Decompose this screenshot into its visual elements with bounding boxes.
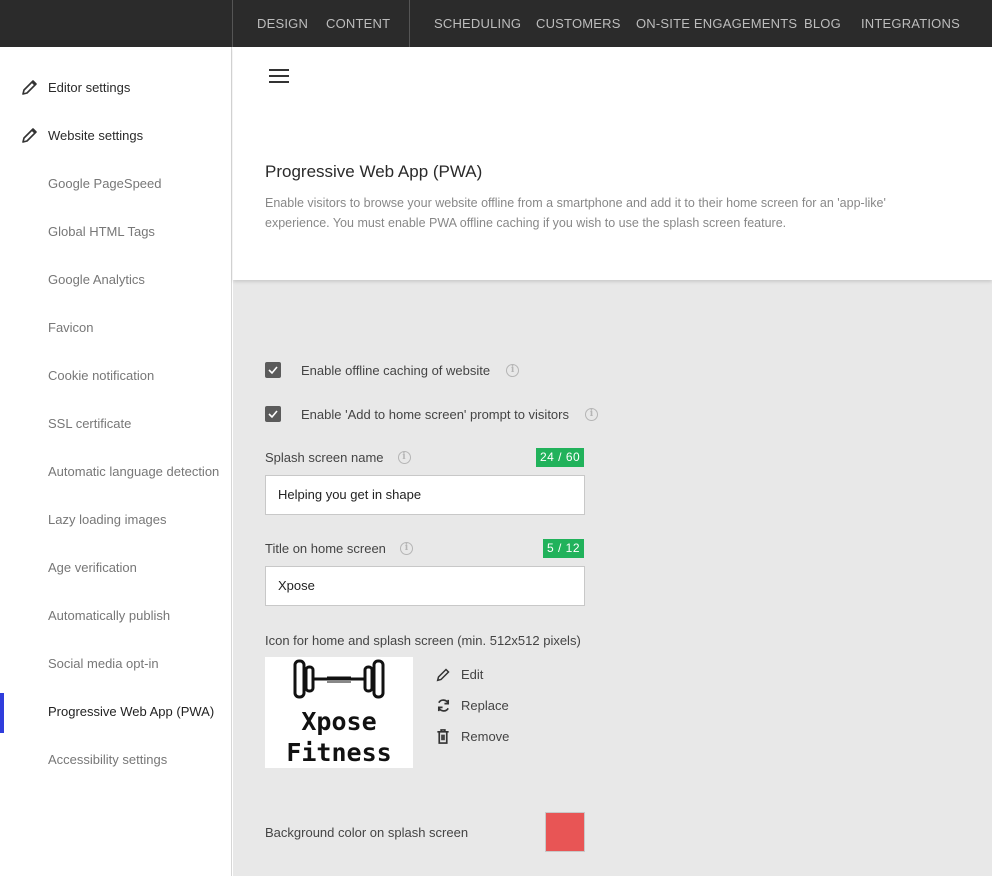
refresh-icon — [435, 697, 451, 713]
home-title-label-text: Title on home screen — [265, 541, 386, 556]
info-icon[interactable]: i — [506, 363, 520, 377]
remove-label: Remove — [461, 728, 510, 744]
sidebar-item-automatic-language-detection[interactable]: Automatic language detection — [0, 447, 231, 495]
bg-color-swatch[interactable] — [545, 812, 585, 852]
sidebar-item-label: SSL certificate — [48, 415, 132, 431]
nav-customers[interactable]: CUSTOMERS — [536, 0, 621, 47]
hamburger-menu-icon[interactable] — [269, 69, 289, 83]
sidebar-item-pwa[interactable]: Progressive Web App (PWA) — [0, 687, 231, 735]
pencil-icon — [0, 78, 48, 96]
splash-name-label-text: Splash screen name — [265, 450, 384, 465]
replace-icon-button[interactable]: Replace — [435, 697, 509, 713]
sidebar-item-label: Favicon — [48, 319, 94, 335]
sidebar-item-google-analytics[interactable]: Google Analytics — [0, 255, 231, 303]
sidebar-item-social-media-opt-in[interactable]: Social media opt-in — [0, 639, 231, 687]
pencil-icon — [435, 666, 451, 682]
add-to-home-label: Enable 'Add to home screen' prompt to vi… — [301, 406, 569, 422]
nav-scheduling[interactable]: SCHEDULING — [434, 0, 521, 47]
bg-color-label: Background color on splash screen — [265, 825, 469, 840]
logo-text-line2: Fitness — [286, 738, 391, 767]
sidebar-item-automatically-publish[interactable]: Automatically publish — [0, 591, 231, 639]
sidebar-item-label: Age verification — [48, 559, 137, 575]
top-navigation-bar: DESIGN CONTENT SCHEDULING CUSTOMERS ON-S… — [0, 0, 992, 47]
sidebar-item-google-pagespeed[interactable]: Google PageSpeed — [0, 159, 231, 207]
info-icon[interactable]: i — [397, 451, 411, 464]
home-title-label: Title on home screen i — [265, 541, 413, 556]
trash-icon — [435, 728, 451, 744]
home-title-input[interactable]: Xpose — [265, 566, 585, 606]
sidebar-item-editor-settings[interactable]: Editor settings — [0, 63, 231, 111]
nav-separator — [409, 0, 410, 47]
nav-separator — [232, 0, 233, 47]
sidebar-item-label: Social media opt-in — [48, 655, 159, 671]
logo-text-line1: Xpose — [301, 707, 376, 736]
settings-panel: Enable offline caching of website i Enab… — [233, 280, 992, 876]
sidebar-item-label: Global HTML Tags — [48, 223, 155, 239]
sidebar-item-label: Google Analytics — [48, 271, 145, 287]
settings-sidebar: Editor settings Website settings Google … — [0, 47, 232, 876]
app-icon-preview[interactable]: Xpose Fitness — [265, 657, 413, 768]
replace-label: Replace — [461, 697, 509, 713]
sidebar-item-label: Progressive Web App (PWA) — [48, 703, 215, 719]
sidebar-item-label: Automatic language detection — [48, 463, 220, 479]
sidebar-item-label: Lazy loading images — [48, 511, 167, 527]
nav-blog[interactable]: BLOG — [804, 0, 841, 47]
offline-caching-checkbox[interactable] — [265, 362, 281, 378]
sidebar-item-label: Google PageSpeed — [48, 175, 162, 191]
nav-integrations[interactable]: INTEGRATIONS — [861, 0, 960, 47]
sidebar-item-label: Editor settings — [48, 79, 131, 95]
active-indicator — [0, 693, 4, 733]
dumbbell-logo-icon: Xpose Fitness — [286, 659, 392, 767]
remove-icon-button[interactable]: Remove — [435, 728, 509, 744]
sidebar-item-global-html-tags[interactable]: Global HTML Tags — [0, 207, 231, 255]
edit-icon-button[interactable]: Edit — [435, 666, 483, 682]
info-icon[interactable]: i — [399, 542, 413, 555]
sidebar-item-favicon[interactable]: Favicon — [0, 303, 231, 351]
sidebar-item-label: Website settings — [48, 127, 144, 143]
home-title-counter: 5 / 12 — [543, 539, 585, 558]
page-title: Progressive Web App (PWA) — [265, 162, 483, 181]
sidebar-item-cookie-notification[interactable]: Cookie notification — [0, 351, 231, 399]
edit-label: Edit — [461, 666, 484, 682]
icon-label: Icon for home and splash screen (min. 51… — [265, 633, 581, 648]
page-header-card: Progressive Web App (PWA) Enable visitor… — [233, 47, 992, 280]
splash-name-counter: 24 / 60 — [536, 448, 585, 467]
offline-caching-row: Enable offline caching of website i — [265, 362, 520, 378]
pencil-icon — [0, 126, 48, 144]
page-description: Enable visitors to browse your website o… — [265, 196, 886, 230]
sidebar-item-website-settings[interactable]: Website settings — [0, 111, 231, 159]
nav-on-site-engagements[interactable]: ON-SITE ENGAGEMENTS — [636, 0, 797, 47]
sidebar-item-label: Automatically publish — [48, 607, 171, 623]
nav-design[interactable]: DESIGN — [257, 0, 308, 47]
offline-caching-label: Enable offline caching of website — [301, 362, 491, 378]
splash-name-label: Splash screen name i — [265, 450, 411, 465]
sidebar-item-ssl-certificate[interactable]: SSL certificate — [0, 399, 231, 447]
sidebar-item-lazy-loading-images[interactable]: Lazy loading images — [0, 495, 231, 543]
add-to-home-row: Enable 'Add to home screen' prompt to vi… — [265, 406, 598, 422]
sidebar-item-label: Cookie notification — [48, 367, 155, 383]
nav-content[interactable]: CONTENT — [326, 0, 390, 47]
info-icon[interactable]: i — [585, 407, 598, 421]
sidebar-item-age-verification[interactable]: Age verification — [0, 543, 231, 591]
sidebar-item-label: Accessibility settings — [48, 751, 168, 767]
splash-name-input[interactable]: Helping you get in shape — [265, 475, 585, 515]
add-to-home-checkbox[interactable] — [265, 406, 281, 422]
sidebar-item-accessibility-settings[interactable]: Accessibility settings — [0, 735, 231, 783]
